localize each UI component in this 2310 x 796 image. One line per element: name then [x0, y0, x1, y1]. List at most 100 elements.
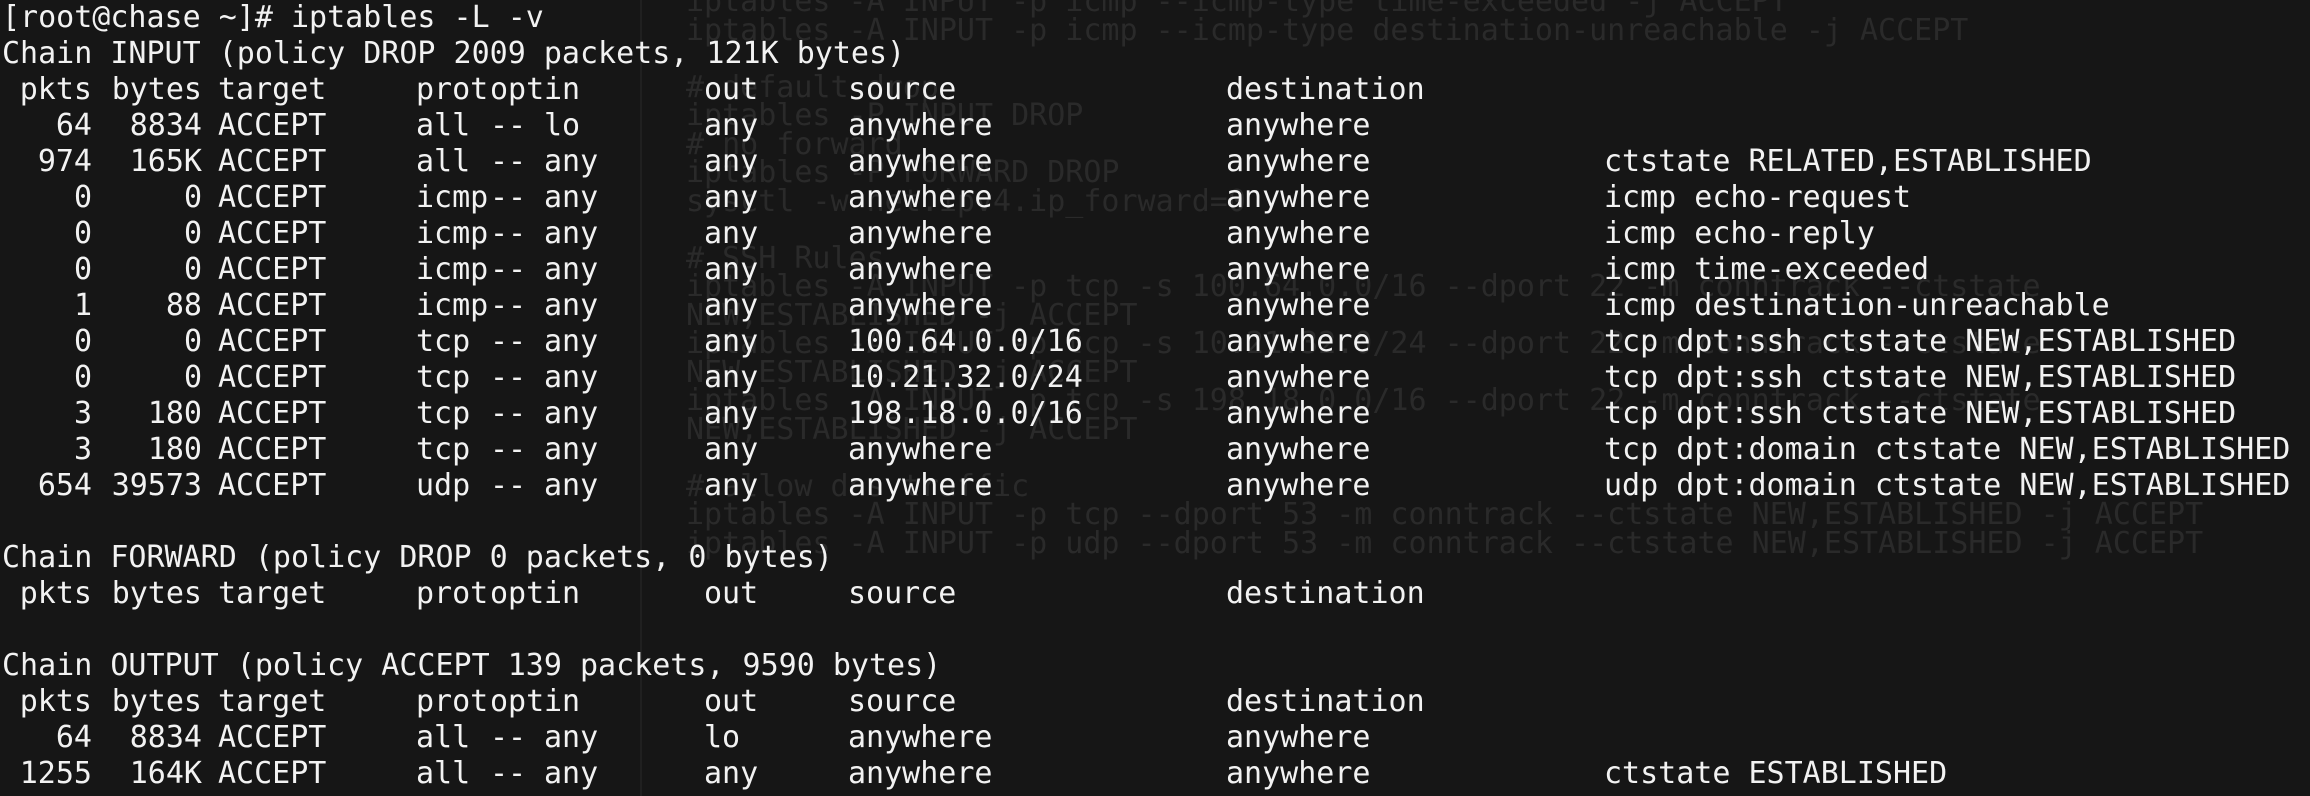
cell-destination: anywhere [1226, 720, 1371, 755]
cell-prot: icmp [416, 216, 489, 251]
cell-target: ACCEPT [218, 360, 327, 395]
cell-target: ACCEPT [218, 144, 327, 179]
cell-prot: tcp [416, 324, 471, 359]
cell-pkts: 654 [37, 468, 92, 503]
cell-bytes: 164K [129, 756, 202, 791]
header-target: target [218, 684, 327, 719]
terminal-window[interactable]: iptables -A INPUT -p icmp --icmp-type ti… [0, 0, 2310, 796]
cell-out: any [704, 252, 759, 287]
cell-target: ACCEPT [218, 216, 327, 251]
cell-out: any [704, 108, 759, 143]
cell-opt: -- [490, 180, 527, 215]
header-out: out [704, 576, 759, 611]
header-source: source [848, 576, 957, 611]
command-prompt[interactable]: [root@chase ~]# iptables -L -v [2, 0, 544, 36]
cell-out: any [704, 180, 759, 215]
cell-opt: -- [490, 360, 527, 395]
cell-pkts: 1255 [19, 756, 92, 791]
header-destination: destination [1226, 576, 1425, 611]
cell-extra: tcp dpt:domain ctstate NEW,ESTABLISHED [1604, 432, 2291, 467]
cell-target: ACCEPT [218, 324, 327, 359]
cell-prot: all [416, 720, 471, 755]
cell-source: anywhere [848, 288, 993, 323]
cell-bytes: 0 [183, 360, 202, 395]
header-opt: opt [490, 72, 545, 107]
header-opt: opt [490, 576, 545, 611]
cell-destination: anywhere [1226, 756, 1371, 791]
cell-opt: -- [490, 756, 527, 791]
cell-extra: tcp dpt:ssh ctstate NEW,ESTABLISHED [1604, 396, 2237, 431]
cell-extra: icmp time-exceeded [1604, 252, 1930, 287]
cell-opt: -- [490, 468, 527, 503]
cell-destination: anywhere [1226, 216, 1371, 251]
header-prot: prot [416, 72, 489, 107]
cell-bytes: 39573 [111, 468, 202, 503]
header-source: source [848, 684, 957, 719]
cell-opt: -- [490, 108, 527, 143]
cell-pkts: 1 [73, 288, 92, 323]
cell-out: any [704, 216, 759, 251]
cell-out: any [704, 432, 759, 467]
cell-source: anywhere [848, 432, 993, 467]
cell-destination: anywhere [1226, 180, 1371, 215]
cell-out: any [704, 144, 759, 179]
cell-source: 100.64.0.0/16 [848, 324, 1083, 359]
header-bytes: bytes [111, 684, 202, 719]
cell-source: anywhere [848, 468, 993, 503]
cell-out: any [704, 288, 759, 323]
cell-bytes: 0 [183, 180, 202, 215]
header-in: in [544, 684, 581, 719]
cell-prot: tcp [416, 360, 471, 395]
cell-in: lo [544, 108, 581, 143]
cell-extra: icmp echo-request [1604, 180, 1912, 215]
cell-source: anywhere [848, 144, 993, 179]
cell-bytes: 8834 [129, 108, 202, 143]
header-in: in [544, 576, 581, 611]
cell-extra: ctstate ESTABLISHED [1604, 756, 1948, 791]
cell-out: lo [704, 720, 741, 755]
cell-target: ACCEPT [218, 180, 327, 215]
cell-source: 10.21.32.0/24 [848, 360, 1083, 395]
cell-destination: anywhere [1226, 324, 1371, 359]
cell-out: any [704, 468, 759, 503]
cell-prot: tcp [416, 432, 471, 467]
header-destination: destination [1226, 72, 1425, 107]
cell-prot: tcp [416, 396, 471, 431]
cell-bytes: 8834 [129, 720, 202, 755]
header-bytes: bytes [111, 576, 202, 611]
cell-target: ACCEPT [218, 288, 327, 323]
cell-opt: -- [490, 144, 527, 179]
cell-out: any [704, 756, 759, 791]
header-prot: prot [416, 576, 489, 611]
header-prot: prot [416, 684, 489, 719]
header-target: target [218, 576, 327, 611]
cell-source: anywhere [848, 180, 993, 215]
cell-bytes: 0 [183, 252, 202, 287]
chain-title: Chain INPUT (policy DROP 2009 packets, 1… [2, 36, 906, 71]
cell-destination: anywhere [1226, 396, 1371, 431]
cell-bytes: 165K [129, 144, 202, 179]
cell-opt: -- [490, 324, 527, 359]
cell-prot: icmp [416, 180, 489, 215]
cell-target: ACCEPT [218, 720, 327, 755]
cell-pkts: 0 [73, 216, 92, 251]
header-destination: destination [1226, 684, 1425, 719]
header-in: in [544, 72, 581, 107]
cell-bytes: 0 [183, 216, 202, 251]
cell-out: any [704, 360, 759, 395]
cell-target: ACCEPT [218, 396, 327, 431]
cell-extra: ctstate RELATED,ESTABLISHED [1604, 144, 2092, 179]
cell-prot: all [416, 756, 471, 791]
cell-opt: -- [490, 720, 527, 755]
cell-out: any [704, 324, 759, 359]
cell-bytes: 180 [147, 396, 202, 431]
cell-in: any [544, 468, 599, 503]
cell-source: anywhere [848, 720, 993, 755]
cell-target: ACCEPT [218, 468, 327, 503]
cell-opt: -- [490, 252, 527, 287]
cell-target: ACCEPT [218, 108, 327, 143]
cell-opt: -- [490, 432, 527, 467]
cell-extra: tcp dpt:ssh ctstate NEW,ESTABLISHED [1604, 324, 2237, 359]
cell-extra: udp dpt:domain ctstate NEW,ESTABLISHED [1604, 468, 2291, 503]
cell-destination: anywhere [1226, 252, 1371, 287]
